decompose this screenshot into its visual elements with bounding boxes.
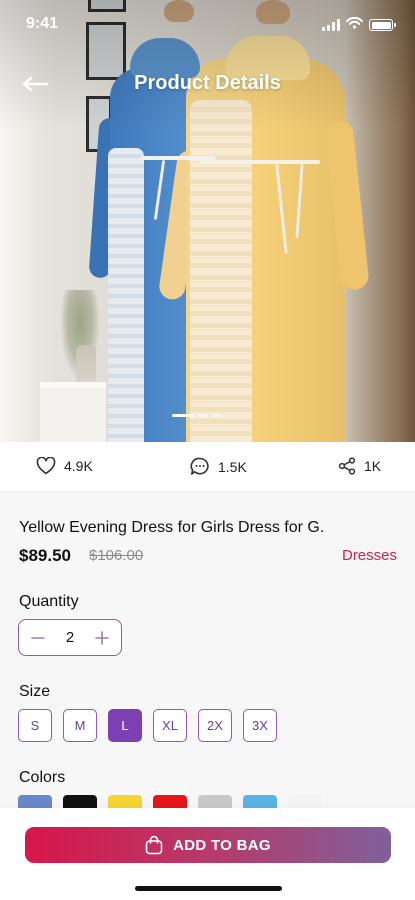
- shopping-bag-icon: [145, 835, 163, 855]
- pager-dot[interactable]: [198, 414, 208, 417]
- minus-icon: [31, 636, 45, 639]
- likes-button[interactable]: 4.9K: [36, 457, 93, 475]
- product-price: $89.50: [19, 546, 71, 565]
- add-to-bag-button[interactable]: ADD TO BAG: [25, 827, 391, 863]
- size-option-3x[interactable]: 3X: [243, 709, 277, 742]
- shares-count: 1K: [364, 458, 382, 474]
- wifi-icon: [346, 16, 363, 34]
- pager-dot-active[interactable]: [172, 414, 194, 417]
- category-link[interactable]: Dresses: [342, 547, 397, 564]
- comment-icon: [190, 457, 209, 475]
- likes-count: 4.9K: [64, 458, 93, 474]
- image-pager[interactable]: [172, 414, 222, 417]
- size-options: S M L XL 2X 3X: [18, 709, 277, 742]
- plus-icon: [95, 630, 109, 645]
- original-price: $106.00: [89, 547, 144, 564]
- size-option-m[interactable]: M: [63, 709, 97, 742]
- status-icons: [322, 16, 396, 34]
- pager-dot[interactable]: [212, 414, 222, 417]
- product-name: Yellow Evening Dress for Girls Dress for…: [19, 519, 325, 536]
- side-table: [40, 382, 106, 442]
- size-option-xl[interactable]: XL: [153, 709, 187, 742]
- size-option-l[interactable]: L: [108, 709, 142, 742]
- vase: [76, 345, 96, 385]
- share-icon: [338, 457, 356, 475]
- decrease-button[interactable]: [29, 629, 47, 647]
- heart-icon: [36, 457, 56, 475]
- bottom-bar: ADD TO BAG: [0, 808, 415, 900]
- top-nav: Product Details: [0, 62, 415, 106]
- engagement-stats: 4.9K 1.5K 1K: [0, 442, 415, 492]
- cellular-signal-icon: [322, 19, 340, 31]
- quantity-label: Quantity: [19, 593, 79, 610]
- comments-button[interactable]: 1.5K: [190, 457, 247, 476]
- product-details: Yellow Evening Dress for Girls Dress for…: [0, 492, 415, 822]
- colors-label: Colors: [19, 769, 66, 786]
- quantity-stepper: 2: [18, 619, 122, 656]
- battery-icon: [369, 19, 396, 31]
- add-to-bag-label: ADD TO BAG: [173, 836, 271, 854]
- quantity-value[interactable]: 2: [66, 629, 74, 646]
- page-title: Product Details: [134, 72, 281, 94]
- comments-count: 1.5K: [218, 458, 247, 475]
- size-option-2x[interactable]: 2X: [198, 709, 232, 742]
- size-label: Size: [19, 683, 51, 700]
- increase-button[interactable]: [93, 629, 111, 647]
- share-button[interactable]: 1K: [338, 457, 381, 475]
- status-time: 9:41: [26, 15, 59, 32]
- size-option-s[interactable]: S: [18, 709, 52, 742]
- home-indicator: [135, 886, 282, 891]
- status-bar: 9:41: [0, 0, 415, 48]
